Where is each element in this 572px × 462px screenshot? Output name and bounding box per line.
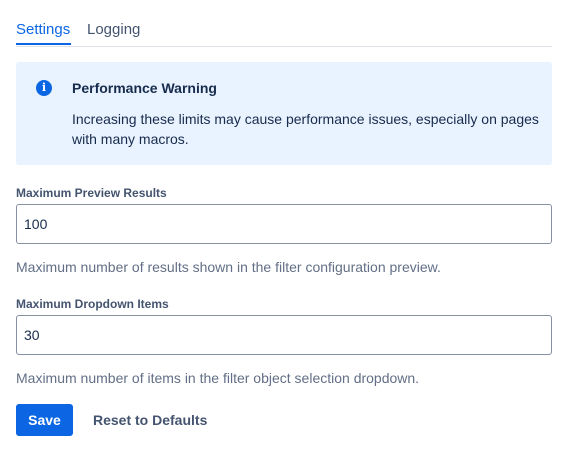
performance-warning-banner: i Performance Warning Increasing these l… [16, 62, 552, 165]
max-dropdown-items-input[interactable] [16, 315, 552, 355]
max-preview-results-help: Maximum number of results shown in the f… [16, 259, 441, 275]
max-preview-results-label: Maximum Preview Results [16, 186, 167, 200]
active-tab-indicator [16, 43, 71, 45]
tab-bar: Settings Logging [16, 0, 552, 47]
max-preview-results-input[interactable] [16, 204, 552, 244]
max-dropdown-items-help: Maximum number of items in the filter ob… [16, 370, 420, 386]
banner-message: Increasing these limits may cause perfor… [72, 111, 539, 147]
save-button[interactable]: Save [16, 404, 73, 436]
tab-logging[interactable]: Logging [87, 20, 140, 40]
tab-settings[interactable]: Settings [16, 20, 70, 40]
max-dropdown-items-label: Maximum Dropdown Items [16, 297, 169, 311]
banner-title: Performance Warning [72, 80, 217, 96]
info-icon: i [36, 80, 52, 96]
reset-to-defaults-button[interactable]: Reset to Defaults [83, 404, 217, 436]
